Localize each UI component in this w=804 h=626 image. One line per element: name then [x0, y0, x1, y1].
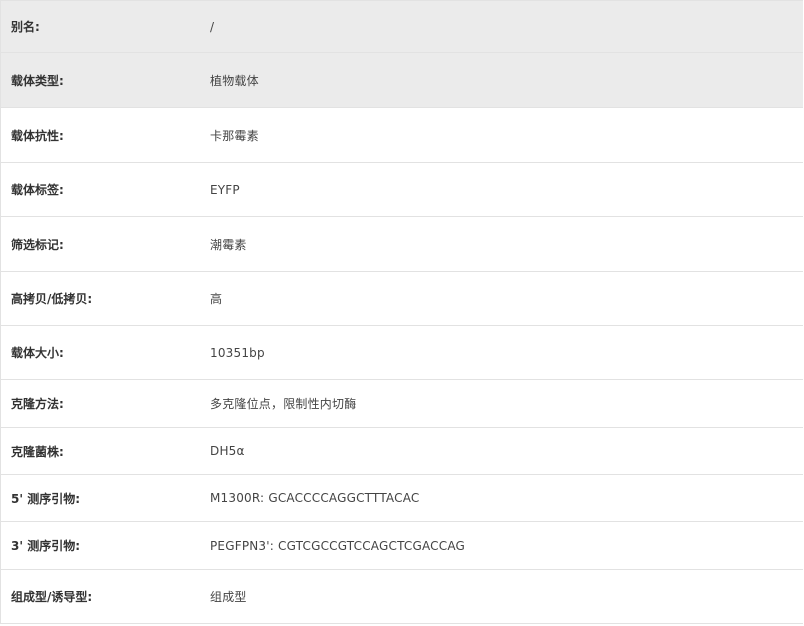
spec-value: PEGFPN3': CGTCGCCGTCCAGCTCGACCAG [210, 538, 466, 553]
spec-label: 载体抗性: [11, 128, 64, 143]
spec-label: 克隆方法: [11, 397, 64, 411]
spec-label: 载体类型: [11, 73, 64, 88]
spec-value: 组成型 [210, 590, 247, 604]
spec-row-5-primer: 5' 测序引物: M1300R: GCACCCCAGGCTTTACAC [1, 475, 803, 522]
spec-value: 多克隆位点，限制性内切酶 [210, 397, 357, 411]
spec-label: 筛选标记: [11, 237, 64, 252]
spec-value: 潮霉素 [210, 237, 247, 252]
spec-value: 10351bp [210, 345, 265, 360]
spec-value: DH5α [210, 444, 245, 458]
spec-row-tag: 载体标签: EYFP [1, 163, 803, 217]
spec-row-size: 载体大小: 10351bp [1, 326, 803, 380]
spec-row-cloning-method: 克隆方法: 多克隆位点，限制性内切酶 [1, 380, 803, 428]
spec-label: 组成型/诱导型: [11, 590, 93, 604]
spec-row-alias: 别名: / [1, 1, 803, 53]
spec-label: 3' 测序引物: [11, 539, 81, 553]
spec-value: / [210, 19, 215, 34]
spec-row-expression-type: 组成型/诱导型: 组成型 [1, 570, 803, 624]
spec-label: 别名: [11, 20, 40, 34]
spec-row-3-primer: 3' 测序引物: PEGFPN3': CGTCGCCGTCCAGCTCGACCA… [1, 522, 803, 570]
spec-label: 载体大小: [11, 346, 64, 360]
spec-value: M1300R: GCACCCCAGGCTTTACAC [210, 491, 420, 505]
spec-row-resistance: 载体抗性: 卡那霉素 [1, 108, 803, 163]
spec-label: 载体标签: [11, 183, 64, 197]
vector-spec-table: 别名: / 载体类型: 植物载体 载体抗性: 卡那霉素 载体标签: EYFP 筛… [0, 0, 803, 624]
spec-value: 植物载体 [210, 73, 259, 88]
spec-label: 5' 测序引物: [11, 491, 81, 506]
spec-value: 高 [210, 292, 223, 306]
spec-row-copy-number: 高拷贝/低拷贝: 高 [1, 272, 803, 326]
spec-label: 高拷贝/低拷贝: [11, 292, 93, 306]
spec-label: 克隆菌株: [11, 444, 64, 459]
spec-value: EYFP [210, 182, 240, 197]
spec-value: 卡那霉素 [210, 128, 259, 143]
spec-row-vector-type: 载体类型: 植物载体 [1, 53, 803, 108]
spec-row-cloning-strain: 克隆菌株: DH5α [1, 428, 803, 475]
spec-row-selection-marker: 筛选标记: 潮霉素 [1, 217, 803, 272]
